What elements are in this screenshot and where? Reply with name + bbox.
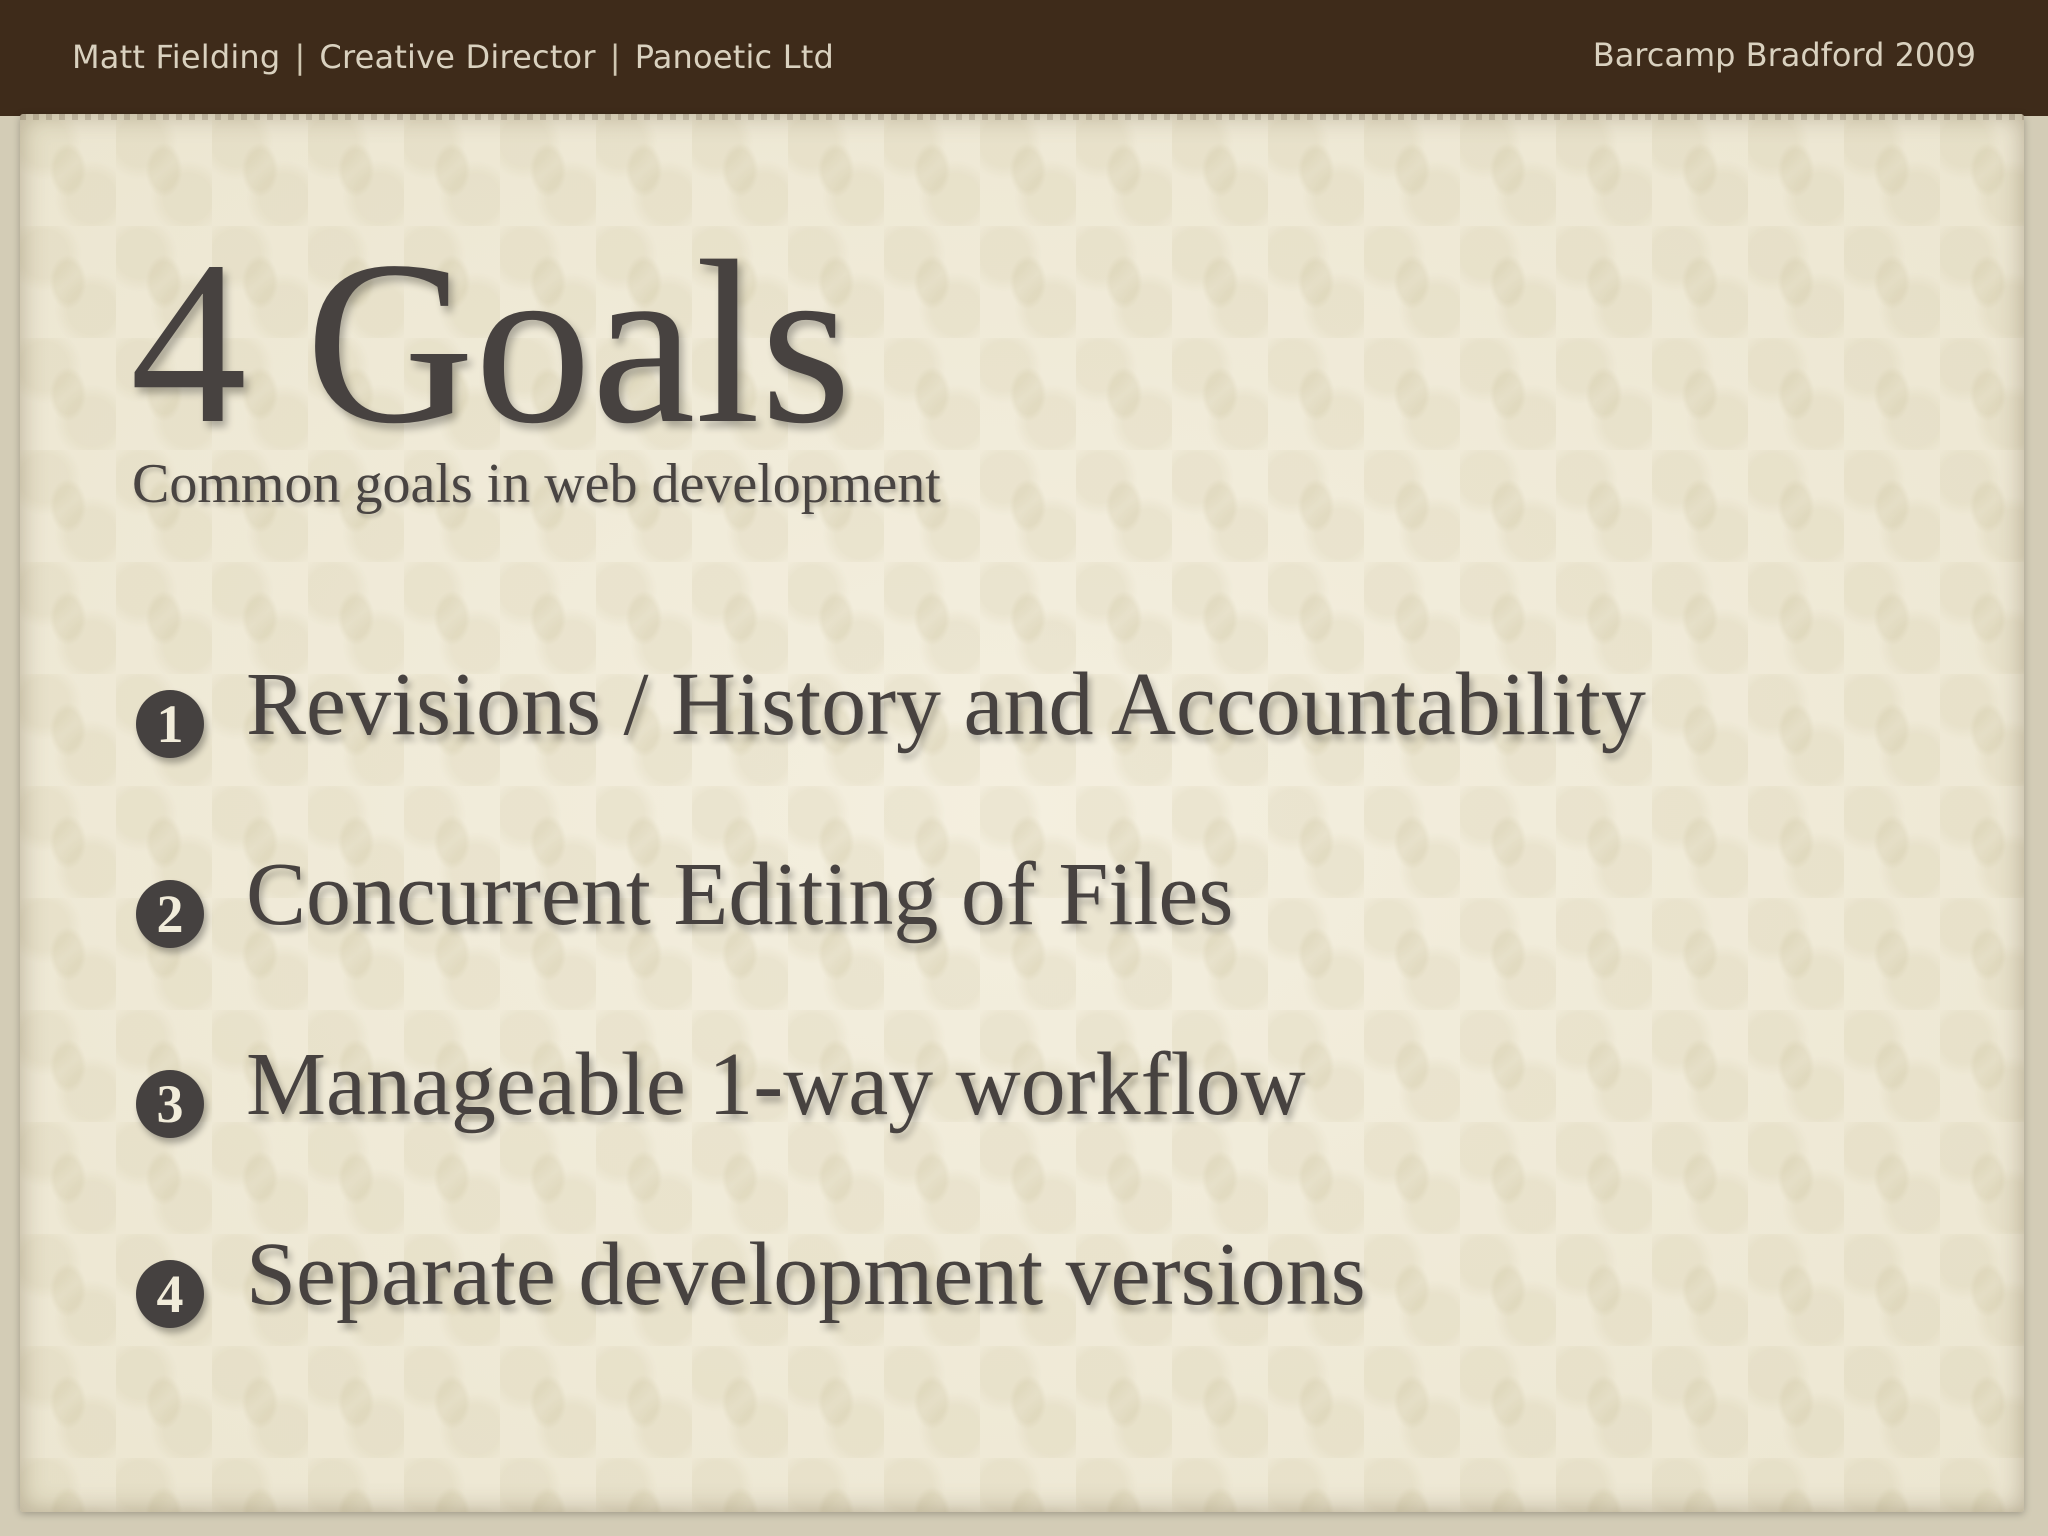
header-separator: | xyxy=(294,38,306,76)
slide-subtitle: Common goals in web development xyxy=(132,453,941,515)
slide-title: 4 Goals xyxy=(130,212,852,472)
presenter-company: Panoetic Ltd xyxy=(634,38,834,76)
presenter-credits: Matt Fielding | Creative Director | Panoetic… xyxy=(72,38,834,76)
goal-item: 3 Manageable 1-way workflow xyxy=(136,1040,1956,1230)
presenter-role: Creative Director xyxy=(319,38,596,76)
goal-number-badge: 4 xyxy=(136,1260,204,1328)
goal-text: Manageable 1-way workflow xyxy=(246,1035,1306,1134)
goal-text: Separate development versions xyxy=(246,1225,1366,1324)
event-name: Barcamp Bradford 2009 xyxy=(1592,36,1976,74)
goal-text: Revisions / History and Accountability xyxy=(246,655,1646,754)
goals-list: 1 Revisions / History and Accountability… xyxy=(136,660,1956,1420)
header-separator: | xyxy=(609,38,621,76)
goal-item: 2 Concurrent Editing of Files xyxy=(136,850,1956,1040)
goal-number-badge: 1 xyxy=(136,690,204,758)
header-bar: Matt Fielding | Creative Director | Panoetic… xyxy=(0,0,2048,116)
goal-number-badge: 2 xyxy=(136,880,204,948)
goal-item: 1 Revisions / History and Accountability xyxy=(136,660,1956,850)
presentation-slide: Matt Fielding | Creative Director | Panoetic… xyxy=(0,0,2048,1536)
goal-item: 4 Separate development versions xyxy=(136,1230,1956,1420)
presenter-name: Matt Fielding xyxy=(72,38,281,76)
goal-number-badge: 3 xyxy=(136,1070,204,1138)
goal-text: Concurrent Editing of Files xyxy=(246,845,1234,944)
